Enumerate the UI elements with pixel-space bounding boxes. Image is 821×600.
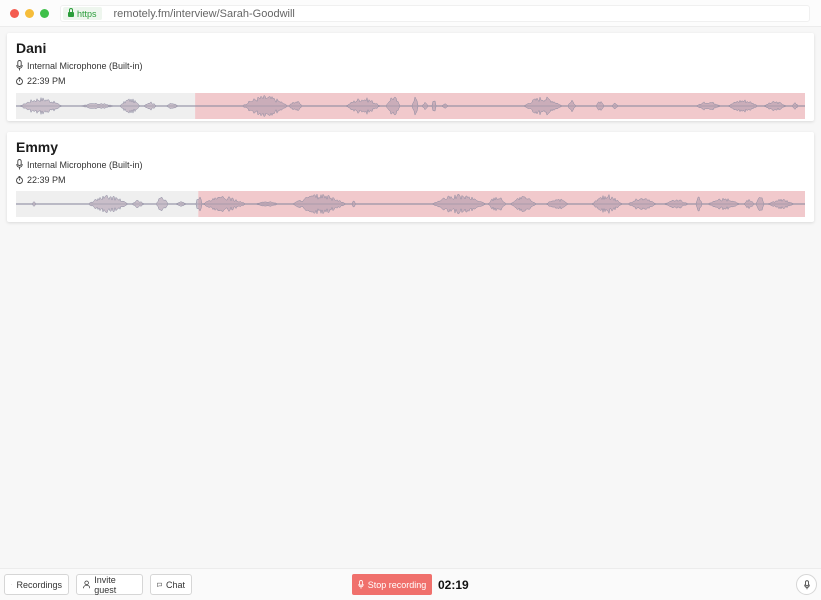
more-dots-icon: [11, 584, 13, 585]
microphone-icon: [803, 579, 810, 589]
stopwatch-icon: [16, 176, 23, 184]
maximize-window-button[interactable]: [40, 9, 49, 18]
participant-name: Dani: [16, 40, 47, 56]
microphone-icon: [16, 60, 23, 71]
chat-label: Chat: [165, 579, 185, 590]
microphone-icon: [358, 580, 364, 589]
stop-recording-button[interactable]: Stop recording: [352, 574, 432, 595]
microphone-icon: [16, 159, 23, 170]
participant-card: Emmy Internal Microphone (Built-in) 22:3…: [7, 132, 814, 222]
waveform[interactable]: [16, 93, 805, 119]
close-window-button[interactable]: [10, 9, 19, 18]
invite-guest-button[interactable]: Invite guest: [76, 574, 143, 595]
device-label: Internal Microphone (Built-in): [27, 159, 143, 170]
minimize-window-button[interactable]: [25, 9, 34, 18]
recordings-button[interactable]: Recordings: [4, 574, 69, 595]
browser-titlebar: https remotely.fm/interview/Sarah-Goodwi…: [0, 0, 821, 27]
chat-bubble-icon: [157, 582, 162, 587]
device-label: Internal Microphone (Built-in): [27, 60, 143, 71]
recordings-label: Recordings: [16, 579, 62, 590]
footer-toolbar: Recordings Invite guest Chat Stop record…: [0, 568, 821, 600]
microphone-toggle-button[interactable]: [796, 574, 817, 595]
stopwatch-icon: [16, 77, 23, 85]
time-label: 22:39 PM: [27, 174, 66, 185]
time-row: 22:39 PM: [16, 75, 66, 86]
participant-card: Dani Internal Microphone (Built-in) 22:3…: [7, 33, 814, 121]
time-label: 22:39 PM: [27, 75, 66, 86]
address-bar[interactable]: https remotely.fm/interview/Sarah-Goodwi…: [60, 5, 810, 22]
invite-label: Invite guest: [94, 574, 117, 595]
user-icon: [83, 580, 91, 589]
stop-recording-label: Stop recording: [367, 579, 427, 590]
waveform[interactable]: [16, 191, 805, 217]
recording-timer: 02:19: [438, 578, 469, 592]
device-row: Internal Microphone (Built-in): [16, 60, 143, 71]
device-row: Internal Microphone (Built-in): [16, 159, 143, 170]
chat-button[interactable]: Chat: [150, 574, 192, 595]
url-text: remotely.fm/interview/Sarah-Goodwill: [113, 7, 295, 20]
security-badge: https: [63, 7, 102, 20]
participant-name: Emmy: [16, 139, 59, 155]
lock-icon: [68, 8, 74, 17]
security-label: https: [77, 8, 97, 19]
time-row: 22:39 PM: [16, 174, 66, 185]
